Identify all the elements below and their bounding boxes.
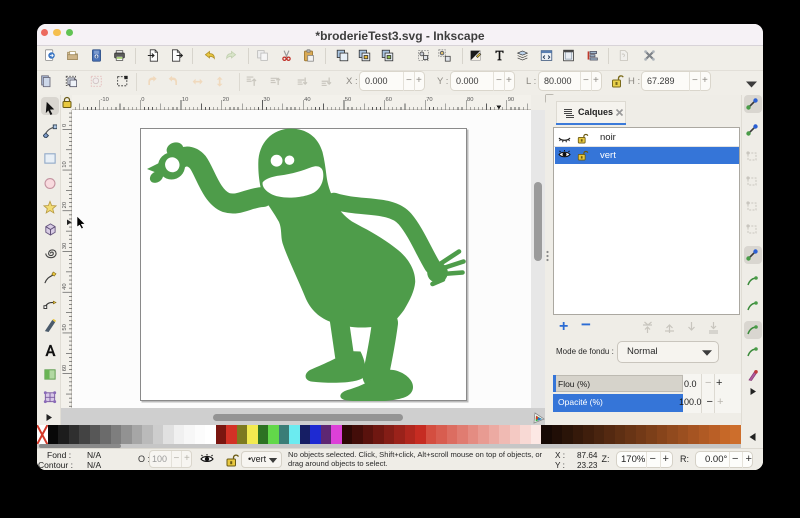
svg-text:70: 70 (426, 97, 432, 103)
svg-text:40: 40 (304, 97, 310, 103)
svg-text:60: 60 (62, 365, 68, 371)
svg-text:50: 50 (345, 97, 351, 103)
svg-text:10: 10 (62, 161, 68, 167)
svg-text:90: 90 (508, 97, 514, 103)
svg-text:0: 0 (62, 124, 68, 127)
svg-text:30: 30 (263, 97, 269, 103)
svg-text:40: 40 (62, 283, 68, 289)
svg-text:30: 30 (62, 243, 68, 249)
svg-text:-10: -10 (101, 97, 109, 103)
svg-text:50: 50 (62, 324, 68, 330)
svg-text:60: 60 (386, 97, 392, 103)
svg-text:10: 10 (182, 97, 188, 103)
svg-text:0: 0 (141, 97, 144, 103)
svg-text:20: 20 (62, 202, 68, 208)
svg-text:20: 20 (223, 97, 229, 103)
svg-text:80: 80 (467, 97, 473, 103)
